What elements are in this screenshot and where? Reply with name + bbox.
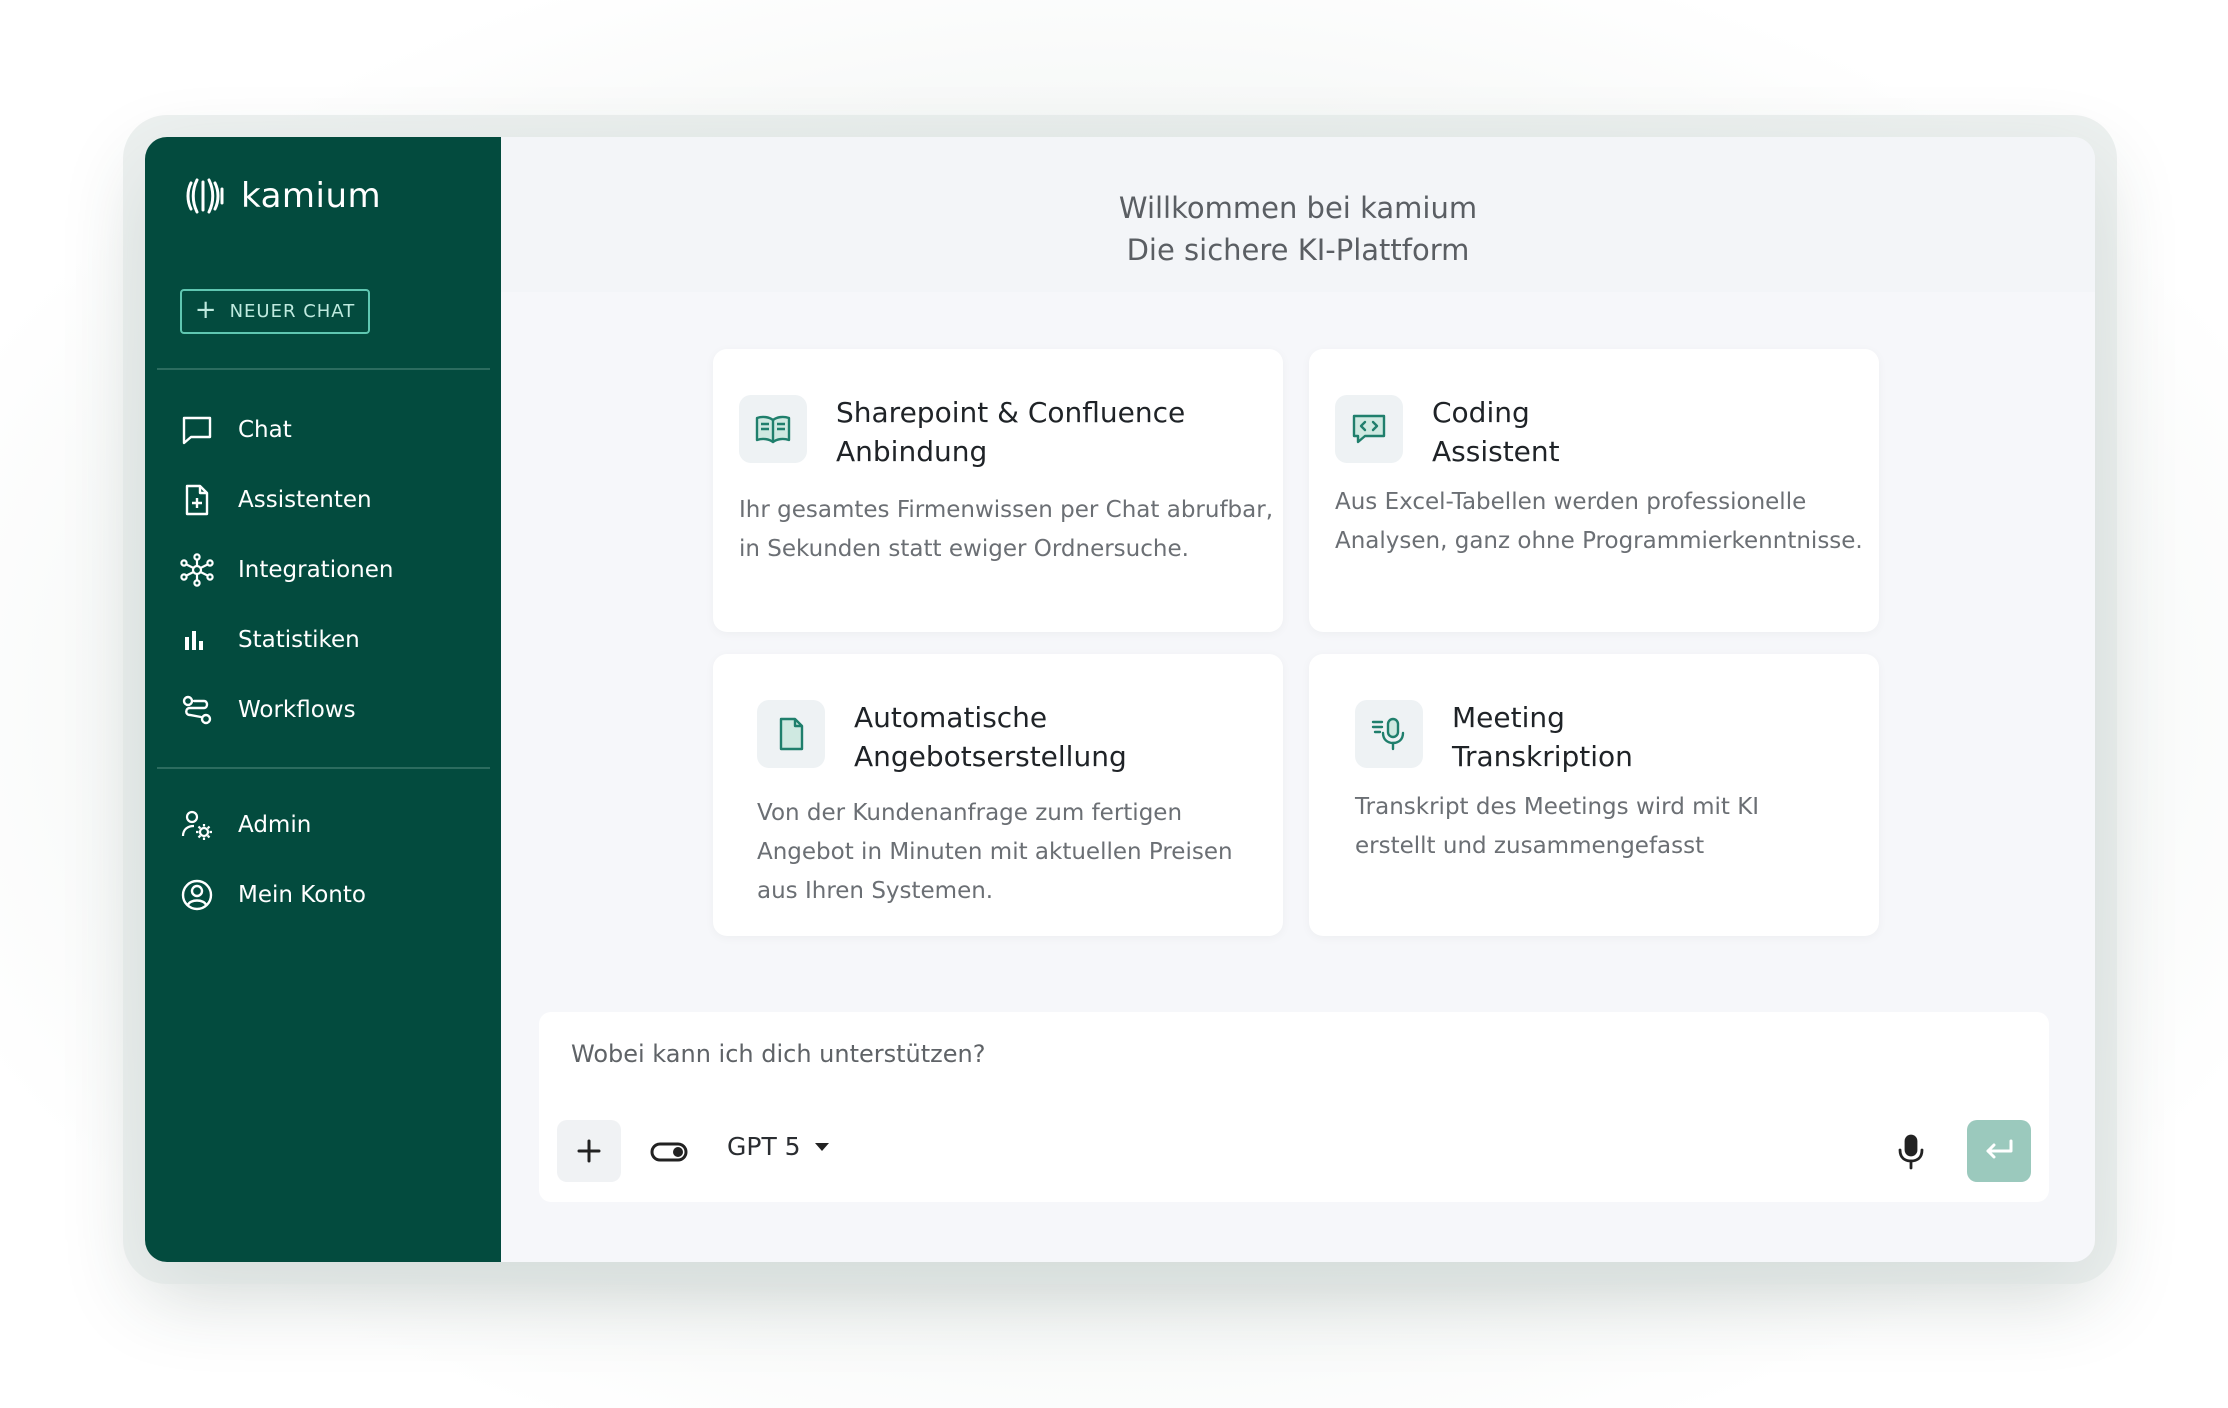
card-description-line: aus Ihren Systemen. [757, 878, 994, 904]
sidebar-primary-nav: Chat Assistenten Integrationen Statistik… [180, 395, 480, 745]
welcome-subtitle: Die sichere KI-Plattform [1126, 233, 1470, 267]
sidebar-item-statistiken[interactable]: Statistiken [180, 605, 480, 675]
model-select[interactable]: GPT 5 [727, 1132, 831, 1161]
card-description-line: Aus Excel-Tabellen werden professionelle [1335, 489, 1807, 515]
welcome-text: Willkommen bei kamium Die sichere KI-Pla… [501, 187, 2095, 271]
feature-card-coding[interactable]: Coding Assistent Aus Excel-Tabellen werd… [1309, 349, 1879, 632]
card-description-line: Analysen, ganz ohne Programmierkenntniss… [1335, 528, 1863, 554]
plus-icon: + [194, 295, 218, 325]
chevron-down-icon [814, 1142, 829, 1151]
document-plus-icon [185, 484, 209, 516]
sidebar-item-assistenten[interactable]: Assistenten [180, 465, 480, 535]
sidebar-divider [157, 368, 490, 370]
chat-bubble-icon [182, 416, 212, 445]
admin-user-gear-icon [181, 810, 212, 840]
logo-text: kamium [241, 176, 382, 216]
sidebar-item-chat[interactable]: Chat [180, 395, 480, 465]
chat-input[interactable]: Wobei kann ich dich unterstützen? [571, 1040, 986, 1068]
card-description: Von der Kundenanfrage zum fertigen Angeb… [757, 794, 1233, 911]
chat-composer: Wobei kann ich dich unterstützen? GPT 5 [539, 1012, 2049, 1202]
card-title-line: Coding [1432, 396, 1530, 429]
card-title: Sharepoint & Confluence Anbindung [836, 393, 1185, 471]
toggle-icon[interactable] [649, 1132, 689, 1172]
microphone-transcript-icon [1371, 717, 1405, 751]
card-title-line: Transkription [1452, 740, 1633, 773]
enter-arrow-icon [1986, 1139, 2013, 1159]
sidebar-item-admin[interactable]: Admin [180, 790, 480, 860]
sidebar-secondary-nav: Admin Mein Konto [180, 790, 480, 930]
sidebar-item-label: Chat [238, 417, 292, 443]
card-description: Aus Excel-Tabellen werden professionelle… [1335, 483, 1863, 561]
account-circle-icon [181, 879, 213, 911]
logo[interactable]: kamium [185, 175, 381, 217]
welcome-header: Willkommen bei kamium Die sichere KI-Pla… [501, 137, 2095, 292]
card-icon-box [1335, 395, 1403, 463]
sidebar-item-workflows[interactable]: Workflows [180, 675, 480, 745]
sidebar-item-label: Statistiken [238, 627, 360, 653]
card-description: Transkript des Meetings wird mit KI erst… [1355, 788, 1759, 866]
card-description-line: Von der Kundenanfrage zum fertigen [757, 800, 1183, 826]
card-icon-box [757, 700, 825, 768]
sidebar-item-label: Workflows [238, 697, 356, 723]
feature-card-angebot[interactable]: Automatische Angebotserstellung Von der … [713, 654, 1283, 936]
sidebar: kamium + NEUER CHAT Chat Assistenten Int… [145, 137, 501, 1262]
welcome-title: Willkommen bei kamium [1118, 191, 1478, 225]
card-title-line: Sharepoint & Confluence [836, 396, 1186, 429]
sidebar-item-mein-konto[interactable]: Mein Konto [180, 860, 480, 930]
sidebar-item-integrationen[interactable]: Integrationen [180, 535, 480, 605]
sidebar-divider [157, 767, 490, 769]
add-attachment-button[interactable] [557, 1120, 621, 1182]
card-icon-box [1355, 700, 1423, 768]
card-title-line: Automatische [854, 701, 1048, 734]
card-title-line: Meeting [1452, 701, 1565, 734]
feature-card-meeting[interactable]: Meeting Transkription Transkript des Mee… [1309, 654, 1879, 936]
backdrop: kamium + NEUER CHAT Chat Assistenten Int… [0, 0, 2228, 1408]
card-icon-box [739, 395, 807, 463]
send-button[interactable] [1967, 1120, 2031, 1182]
sidebar-item-label: Mein Konto [238, 882, 366, 908]
feature-card-sharepoint[interactable]: Sharepoint & Confluence Anbindung Ihr ge… [713, 349, 1283, 632]
new-chat-button[interactable]: + NEUER CHAT [180, 289, 370, 334]
open-book-icon [755, 415, 791, 444]
bar-chart-icon [185, 631, 203, 650]
card-title: Automatische Angebotserstellung [854, 698, 1127, 776]
card-description-line: Ihr gesamtes Firmenwissen per Chat abruf… [739, 497, 1274, 523]
card-description: Ihr gesamtes Firmenwissen per Chat abruf… [739, 491, 1273, 569]
card-description-line: Transkript des Meetings wird mit KI [1355, 794, 1760, 820]
main-content: Willkommen bei kamium Die sichere KI-Pla… [501, 137, 2095, 1262]
microphone-icon[interactable] [1891, 1132, 1931, 1172]
sidebar-item-label: Admin [238, 812, 312, 838]
card-description-line: erstellt und zusammengefasst [1355, 833, 1705, 859]
code-chat-icon [1352, 414, 1386, 444]
document-icon [779, 717, 804, 751]
card-description-line: in Sekunden statt ewiger Ordnersuche. [739, 536, 1189, 562]
card-title-line: Anbindung [836, 435, 988, 468]
new-chat-label: NEUER CHAT [229, 301, 356, 322]
card-title-line: Assistent [1432, 435, 1560, 468]
sidebar-item-label: Integrationen [238, 557, 394, 583]
card-title: Coding Assistent [1432, 393, 1560, 471]
kamium-logo-icon [186, 178, 224, 214]
app-window: kamium + NEUER CHAT Chat Assistenten Int… [145, 137, 2095, 1262]
network-hub-icon [180, 553, 214, 587]
plus-icon [577, 1139, 601, 1163]
card-title-line: Angebotserstellung [854, 740, 1127, 773]
sidebar-item-label: Assistenten [238, 487, 372, 513]
card-title: Meeting Transkription [1452, 698, 1633, 776]
model-select-value: GPT 5 [727, 1132, 801, 1161]
card-description-line: Angebot in Minuten mit aktuellen Preisen [757, 839, 1233, 865]
workflow-icon [182, 695, 212, 725]
